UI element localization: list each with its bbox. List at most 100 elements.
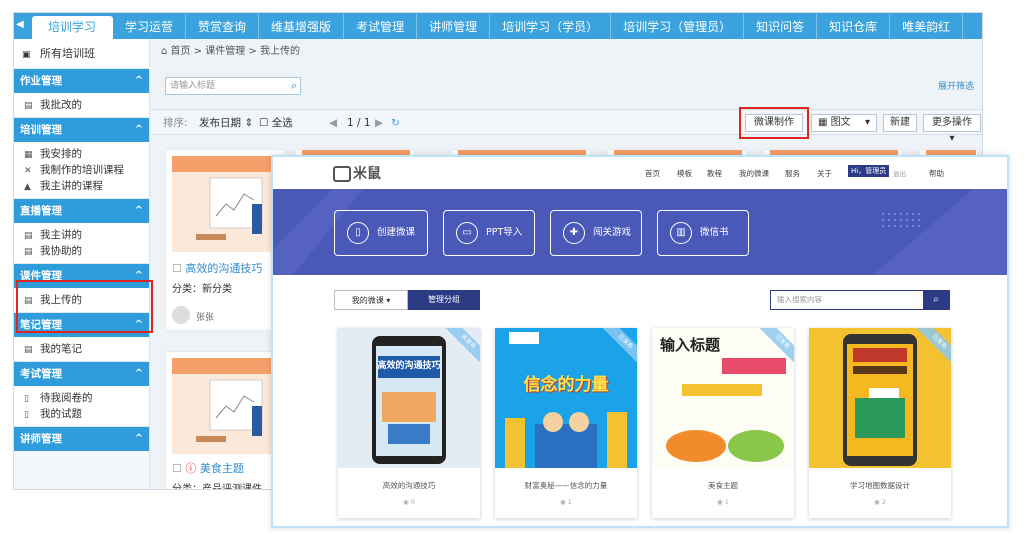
template-thumbnail: 已发布 [809, 328, 951, 468]
course-title[interactable]: ☐ 高效的沟通技巧 [172, 260, 262, 276]
view-count-value: 1 [567, 498, 572, 506]
breadcrumb-home[interactable]: 首页 [171, 46, 191, 57]
sidebar-item-all-classes[interactable]: ▣ 所有培训班 [14, 39, 149, 69]
sidebar-section-training[interactable]: 培训管理 ^ [14, 118, 149, 142]
search-icon[interactable]: ⌕ [923, 291, 949, 309]
document-icon: ▯ [24, 410, 29, 420]
eye-icon: ◉ [717, 498, 723, 506]
sidebar-item-arranged[interactable]: ▦ 我安排的 [14, 146, 149, 162]
search-placeholder: 输入搜索内容 [777, 295, 822, 304]
course-thumbnail [172, 156, 280, 252]
nav-training-student[interactable]: 培训学习（学员） [490, 14, 612, 39]
sidebar-item-graded[interactable]: ▤ 我批改的 [14, 97, 149, 113]
sidebar-item-live-lectured[interactable]: ▤ 我主讲的 [14, 227, 149, 243]
sidebar-section-live[interactable]: 直播管理 ^ [14, 199, 149, 223]
view-count: ◉ 1 [652, 498, 794, 506]
sidebar-item-label: 我批改的 [40, 99, 82, 111]
sidebar-section-exam[interactable]: 考试管理 ^ [14, 362, 149, 386]
section-title: 考试管理 [20, 368, 62, 380]
my-courses-dropdown[interactable]: 我的微课 ▾ [334, 290, 408, 310]
template-thumbnail: 高效的沟通技巧 未发布 [338, 328, 480, 468]
search-input[interactable]: 输入搜索内容 ⌕ [770, 290, 950, 310]
wechat-book-button[interactable]: ▥ 微信书 [657, 210, 749, 256]
view-count: ◉ 2 [809, 498, 951, 506]
template-card[interactable]: 输入标题 已发布 美食主题 ◉ 1 [652, 328, 794, 518]
sidebar-item-live-assisted[interactable]: ▤ 我协助的 [14, 243, 149, 259]
sort-field-label: 发布日期 [199, 117, 241, 129]
sidebar-item-label: 我主讲的 [40, 229, 82, 241]
fnav-templates[interactable]: 模板 [677, 168, 692, 179]
avatar [172, 306, 190, 324]
sidebar-item-my-questions[interactable]: ▯ 我的试题 [14, 406, 149, 422]
calendar-icon: ▦ [24, 150, 33, 160]
view-mode-select[interactable]: ▦ 图文 ▾ [811, 114, 877, 132]
nav-training-learning[interactable]: 培训学习 [32, 16, 114, 39]
sidebar-item-my-notes[interactable]: ▤ 我的笔记 [14, 341, 149, 357]
document-icon: ▤ [24, 231, 33, 241]
collapse-arrow-icon[interactable]: ◀ [16, 19, 26, 33]
search-icon[interactable]: ⌕ [291, 78, 297, 94]
nav-exam-management[interactable]: 考试管理 [344, 14, 418, 39]
map-illustration [809, 328, 951, 468]
fnav-my-courses[interactable]: 我的微课 [739, 168, 769, 179]
course-card[interactable]: ☐ ⓘ 美食主题 分类：产品评测课件 [165, 351, 285, 489]
template-name: 学习地图数据设计 [850, 481, 910, 490]
breadcrumb-courseware[interactable]: 课件管理 [205, 46, 245, 57]
button-label: 创建微课 [377, 227, 416, 238]
template-card[interactable]: 已发布 学习地图数据设计 ◉ 2 [809, 328, 951, 518]
course-card[interactable]: ☐ 高效的沟通技巧 分类：新分类 张张 [165, 149, 285, 331]
dropdown-label: 我的微课 [351, 296, 384, 305]
template-card[interactable]: 高效的沟通技巧 未发布 高效的沟通技巧 ◉ 0 [338, 328, 480, 518]
next-page-icon[interactable]: ▶ [375, 115, 383, 131]
nav-weimei[interactable]: 唯美韵红 [890, 14, 964, 39]
sort-field[interactable]: 发布日期 ⇕ [199, 115, 253, 131]
chevron-up-icon: ^ [134, 433, 143, 444]
logout-link[interactable]: 退出 [893, 168, 906, 178]
nav-knowledge-base[interactable]: 知识仓库 [817, 14, 891, 39]
sidebar-item-to-grade[interactable]: ▯ 待我阅卷的 [14, 390, 149, 406]
fnav-service[interactable]: 服务 [785, 168, 800, 179]
book-icon: ▥ [670, 221, 692, 244]
nav-lecturer-management[interactable]: 讲师管理 [417, 14, 491, 39]
fnav-tutorials[interactable]: 教程 [707, 168, 722, 179]
sidebar-item-label: 待我阅卷的 [40, 392, 93, 404]
help-link[interactable]: 帮助 [929, 168, 944, 179]
select-all-checkbox[interactable]: ☐ 全选 [259, 115, 293, 131]
sidebar-section-homework[interactable]: 作业管理 ^ [14, 69, 149, 93]
nav-qa[interactable]: 知识问答 [744, 14, 818, 39]
breadcrumb-current: 我上传的 [260, 46, 301, 57]
expand-filter-link[interactable]: 展开筛选 [938, 79, 974, 92]
checkbox-icon: ☐ [259, 117, 269, 129]
nav-appreciation-query[interactable]: 赞赏查询 [186, 14, 260, 39]
user-badge[interactable]: Hi，管理员 [848, 165, 890, 177]
fnav-home[interactable]: 首页 [645, 168, 660, 179]
sidebar-item-made-courses[interactable]: ✕ 我制作的培训课程 [14, 162, 149, 178]
eye-icon: ◉ [874, 498, 880, 506]
nav-training-admin[interactable]: 培训学习（管理员） [611, 14, 745, 39]
refresh-icon[interactable]: ↻ [391, 115, 400, 131]
prev-page-icon[interactable]: ◀ [329, 115, 337, 131]
ppt-import-button[interactable]: ▭ PPT导入 [443, 210, 535, 256]
template-card[interactable]: 信念的力量 已发布 财富奥秘——信念的力量 ◉ 1 [495, 328, 637, 518]
sidebar-section-lecturer[interactable]: 讲师管理 ^ [14, 427, 149, 451]
thumbnail-headline: 高效的沟通技巧 [377, 361, 441, 371]
nav-learning-ops[interactable]: 学习运营 [113, 14, 187, 39]
new-button[interactable]: 新建 [883, 114, 917, 132]
course-title[interactable]: ☐ ⓘ 美食主题 [172, 460, 244, 476]
manage-groups-button[interactable]: 管理分组 [408, 290, 480, 310]
select-all-label: 全选 [271, 117, 293, 129]
sidebar-item-label: 我的笔记 [40, 343, 82, 355]
logo[interactable]: 米鼠 [333, 163, 381, 183]
fnav-about[interactable]: 关于 [817, 168, 832, 179]
course-category: 分类：新分类 [172, 284, 232, 295]
nav-wiki-plus[interactable]: 维基增强版 [259, 14, 345, 39]
caret-down-icon: ▾ [864, 117, 870, 128]
checkbox-icon: ☐ [172, 462, 182, 475]
document-icon: ▤ [24, 345, 33, 355]
create-course-button[interactable]: ▯ 创建微课 [334, 210, 428, 256]
search-input[interactable]: 请输入标题 ⌕ [165, 77, 301, 95]
view-count-value: 1 [724, 498, 729, 506]
sidebar-item-lectured-courses[interactable]: ▲ 我主讲的课程 [14, 178, 149, 194]
more-actions-button[interactable]: 更多操作 ▾ [923, 114, 981, 144]
game-button[interactable]: ✚ 闯关游戏 [550, 210, 642, 256]
